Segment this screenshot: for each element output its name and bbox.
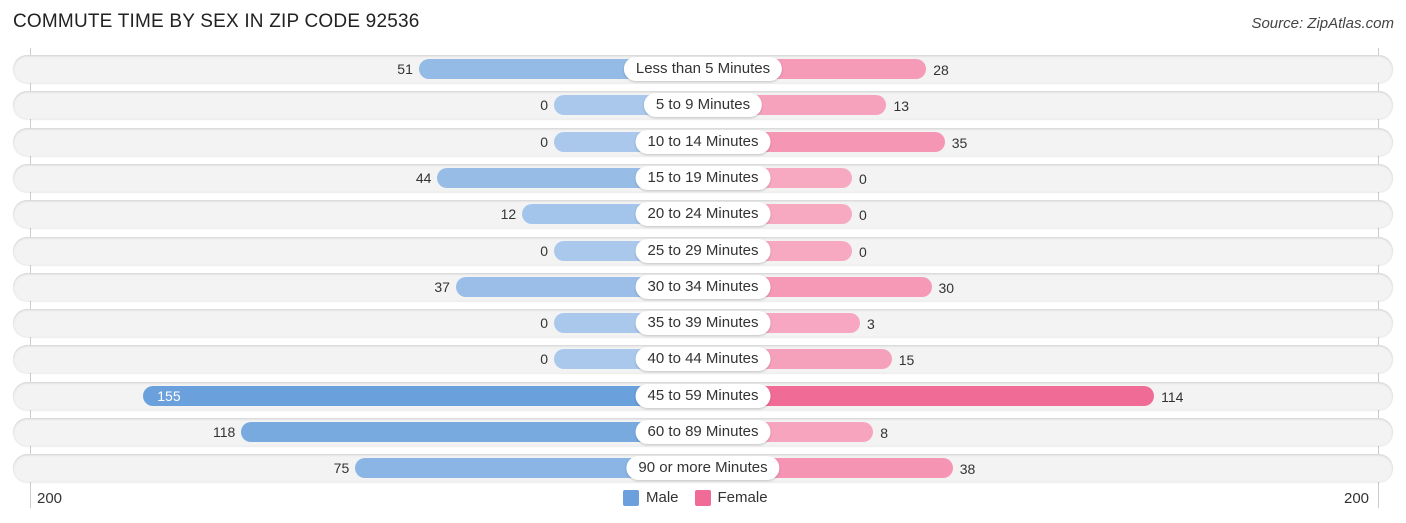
chart-title: COMMUTE TIME BY SEX IN ZIP CODE 92536 — [13, 11, 420, 32]
value-male: 44 — [415, 169, 432, 186]
legend-female[interactable]: Female — [694, 489, 768, 506]
value-female: 15 — [898, 352, 915, 369]
value-male: 37 — [434, 278, 450, 295]
value-female: 114 — [1161, 388, 1184, 405]
bar-male[interactable] — [143, 385, 703, 406]
value-male: 51 — [397, 61, 413, 77]
value-female: 30 — [938, 279, 955, 296]
legend-label-male: Male — [646, 489, 679, 506]
value-female: 35 — [951, 134, 968, 151]
category-label: 30 to 34 Minutes — [635, 274, 771, 299]
value-female: 8 — [880, 425, 888, 441]
value-female: 38 — [959, 461, 976, 478]
tick-left: 200 — [37, 490, 63, 507]
value-female: 0 — [859, 207, 867, 224]
value-male: 118 — [212, 424, 236, 440]
source-label: Source: ZipAtlas.com — [1251, 15, 1394, 32]
value-female: 0 — [859, 243, 867, 260]
value-female: 3 — [866, 316, 875, 333]
value-male: 0 — [540, 315, 548, 332]
legend-swatch-female — [694, 489, 711, 506]
category-label: 90 or more Minutes — [626, 456, 780, 481]
category-label: 5 to 9 Minutes — [643, 93, 763, 118]
category-label: 40 to 44 Minutes — [635, 347, 771, 372]
category-label: 45 to 59 Minutes — [635, 383, 771, 408]
tick-right: 200 — [1344, 490, 1370, 507]
category-label: 15 to 19 Minutes — [635, 165, 771, 190]
value-male: 0 — [540, 133, 548, 150]
value-male: 0 — [540, 97, 548, 114]
legend-swatch-male — [623, 489, 639, 506]
value-male: 12 — [500, 206, 517, 223]
category-label: 35 to 39 Minutes — [635, 311, 771, 336]
category-label: Less than 5 Minutes — [623, 57, 783, 81]
value-female: 28 — [933, 62, 949, 78]
value-male: 0 — [540, 351, 548, 368]
value-female: 0 — [859, 170, 867, 187]
category-label: 10 to 14 Minutes — [635, 129, 771, 154]
category-label: 25 to 29 Minutes — [635, 238, 771, 263]
legend-male[interactable]: Male — [623, 489, 679, 506]
bar-female[interactable] — [703, 385, 1155, 406]
legend: Male Female — [623, 489, 784, 506]
value-male: 0 — [540, 242, 548, 259]
value-male: 75 — [333, 460, 350, 477]
value-male: 155 — [157, 387, 181, 404]
bar-male[interactable] — [241, 422, 703, 442]
category-label: 60 to 89 Minutes — [635, 420, 771, 444]
value-female: 13 — [893, 98, 910, 115]
legend-label-female: Female — [717, 489, 768, 506]
category-label: 20 to 24 Minutes — [635, 202, 771, 227]
